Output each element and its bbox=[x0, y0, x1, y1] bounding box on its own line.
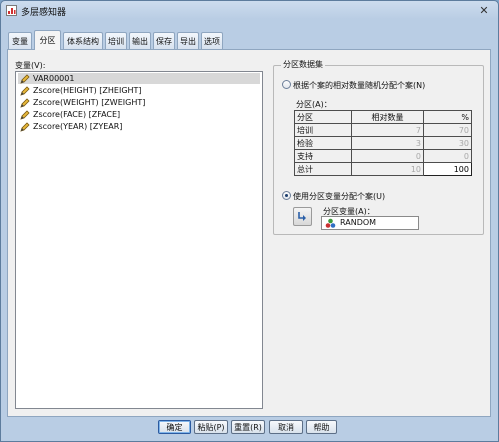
tab-output[interactable]: 输出 bbox=[129, 32, 151, 49]
use-partition-variable-radio[interactable] bbox=[282, 191, 291, 200]
table-row: 支持 0 0 bbox=[294, 149, 472, 163]
relative-count-cell[interactable]: 0 bbox=[351, 149, 424, 163]
move-variable-button[interactable] bbox=[293, 207, 312, 226]
partition-dataset-title: 分区数据集 bbox=[281, 59, 325, 70]
relative-count-cell[interactable]: 3 bbox=[351, 136, 424, 150]
partition-table: 分区 相对数量 % 培训 7 70 检验 3 30 支持 0 0 总计 10 1… bbox=[294, 110, 472, 176]
title-bar[interactable]: 多层感知器 ✕ bbox=[1, 1, 498, 20]
variable-name: VAR00001 bbox=[33, 74, 75, 83]
list-item[interactable]: Zscore(HEIGHT) [ZHEIGHT] bbox=[18, 85, 260, 96]
paste-button[interactable]: 粘贴(P) bbox=[194, 420, 228, 434]
close-icon[interactable]: ✕ bbox=[474, 3, 494, 18]
tab-export[interactable]: 导出 bbox=[177, 32, 199, 49]
percent-cell: 0 bbox=[423, 149, 472, 163]
list-item[interactable]: Zscore(WEIGHT) [ZWEIGHT] bbox=[18, 97, 260, 108]
table-row: 总计 10 100 bbox=[294, 162, 472, 176]
table-header-row: 分区 相对数量 % bbox=[294, 110, 472, 124]
percent-cell: 70 bbox=[423, 123, 472, 137]
random-assign-radio[interactable] bbox=[282, 80, 291, 89]
scale-variable-icon bbox=[20, 74, 30, 84]
help-button[interactable]: 帮助 bbox=[306, 420, 337, 434]
scale-variable-icon bbox=[20, 122, 30, 132]
scale-variable-icon bbox=[20, 86, 30, 96]
table-row: 检验 3 30 bbox=[294, 136, 472, 150]
window-title: 多层感知器 bbox=[21, 8, 67, 18]
row-label: 支持 bbox=[294, 149, 352, 163]
scale-variable-icon bbox=[20, 110, 30, 120]
split-variable-value: RANDOM bbox=[340, 218, 377, 227]
row-label: 培训 bbox=[294, 123, 352, 137]
table-row: 培训 7 70 bbox=[294, 123, 472, 137]
tab-options[interactable]: 选项 bbox=[201, 32, 223, 49]
use-partition-variable-label[interactable]: 使用分区变量分配个案(U) bbox=[293, 191, 385, 202]
ok-button[interactable]: 确定 bbox=[158, 420, 191, 434]
relative-count-cell[interactable]: 7 bbox=[351, 123, 424, 137]
percent-cell: 30 bbox=[423, 136, 472, 150]
variable-name: Zscore(WEIGHT) [ZWEIGHT] bbox=[33, 98, 146, 107]
variable-name: Zscore(YEAR) [ZYEAR] bbox=[33, 122, 123, 131]
app-icon bbox=[6, 5, 17, 16]
scale-variable-icon bbox=[20, 98, 30, 108]
reset-button[interactable]: 重置(R) bbox=[231, 420, 265, 434]
variables-listbox[interactable]: VAR00001 Zscore(HEIGHT) [ZHEIGHT] Zscore… bbox=[15, 71, 263, 409]
tab-save[interactable]: 保存 bbox=[153, 32, 175, 49]
tab-training[interactable]: 培训 bbox=[105, 32, 127, 49]
relative-count-cell: 10 bbox=[351, 162, 424, 176]
row-label: 总计 bbox=[294, 162, 352, 176]
list-item[interactable]: Zscore(YEAR) [ZYEAR] bbox=[18, 121, 260, 132]
variable-name: Zscore(HEIGHT) [ZHEIGHT] bbox=[33, 86, 142, 95]
random-assign-label[interactable]: 根据个案的相对数量随机分配个案(N) bbox=[293, 80, 425, 91]
total-percent-cell[interactable]: 100 bbox=[423, 162, 472, 176]
list-item[interactable]: Zscore(FACE) [ZFACE] bbox=[18, 109, 260, 120]
variables-label: 变量(V): bbox=[15, 61, 46, 70]
row-label: 检验 bbox=[294, 136, 352, 150]
list-item[interactable]: VAR00001 bbox=[18, 73, 260, 84]
tab-architecture[interactable]: 体系结构 bbox=[63, 32, 103, 49]
header-percent: % bbox=[423, 110, 472, 124]
nominal-variable-icon bbox=[325, 218, 336, 228]
tab-variables[interactable]: 变量 bbox=[8, 32, 32, 49]
partition-table-label: 分区(A)： bbox=[296, 100, 332, 109]
header-relative-count: 相对数量 bbox=[351, 110, 424, 124]
split-variable-field[interactable]: RANDOM bbox=[321, 216, 419, 230]
variable-name: Zscore(FACE) [ZFACE] bbox=[33, 110, 121, 119]
cancel-button[interactable]: 取消 bbox=[269, 420, 303, 434]
tab-partition[interactable]: 分区 bbox=[34, 30, 61, 50]
arrow-right-icon bbox=[298, 212, 306, 221]
header-partition: 分区 bbox=[294, 110, 352, 124]
